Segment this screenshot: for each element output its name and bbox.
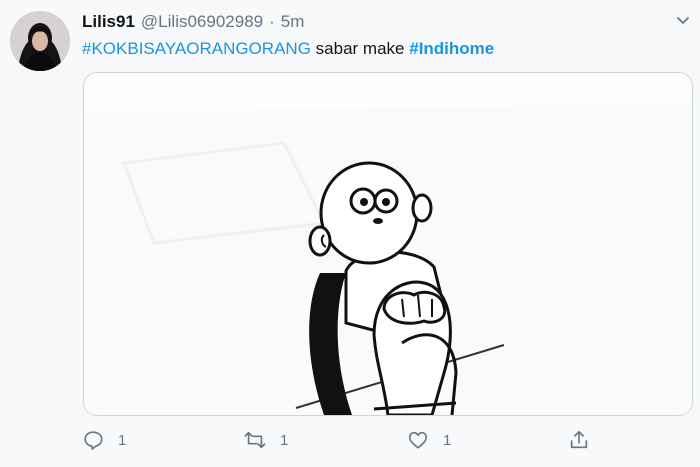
separator-dot: · <box>269 12 275 31</box>
meme-illustration <box>84 73 692 415</box>
avatar-image <box>10 11 70 71</box>
like-icon <box>408 431 428 449</box>
tweet-header: Lilis91 @Lilis06902989 · 5m <box>82 11 304 33</box>
tweet-text-plain: sabar make <box>315 39 405 58</box>
retweet-icon <box>244 431 266 449</box>
reply-count: 1 <box>118 431 127 449</box>
like-button[interactable]: 1 <box>407 425 451 455</box>
media-image[interactable] <box>83 72 693 416</box>
reply-button[interactable]: 1 <box>82 425 126 455</box>
tweet-actions: 1 1 1 <box>82 425 692 455</box>
share-icon <box>570 430 588 449</box>
chevron-down-icon[interactable] <box>676 16 690 26</box>
like-count: 1 <box>443 431 452 449</box>
retweet-count: 1 <box>280 431 289 449</box>
hashtag-link[interactable]: #KOKBISAYAORANGORANG <box>82 39 311 58</box>
tweet-text: #KOKBISAYAORANGORANG sabar make #Indihom… <box>82 38 494 60</box>
timestamp[interactable]: 5m <box>281 12 305 31</box>
reply-icon <box>84 431 103 450</box>
user-handle[interactable]: @Lilis06902989 <box>141 12 263 31</box>
display-name[interactable]: Lilis91 <box>82 12 135 31</box>
avatar[interactable] <box>10 11 70 71</box>
retweet-button[interactable]: 1 <box>244 425 288 455</box>
share-button[interactable] <box>568 425 590 455</box>
tweet-card[interactable]: Lilis91 @Lilis06902989 · 5m #KOKBISAYAORANG… <box>0 0 700 467</box>
hashtag-link[interactable]: #Indihome <box>409 39 494 58</box>
